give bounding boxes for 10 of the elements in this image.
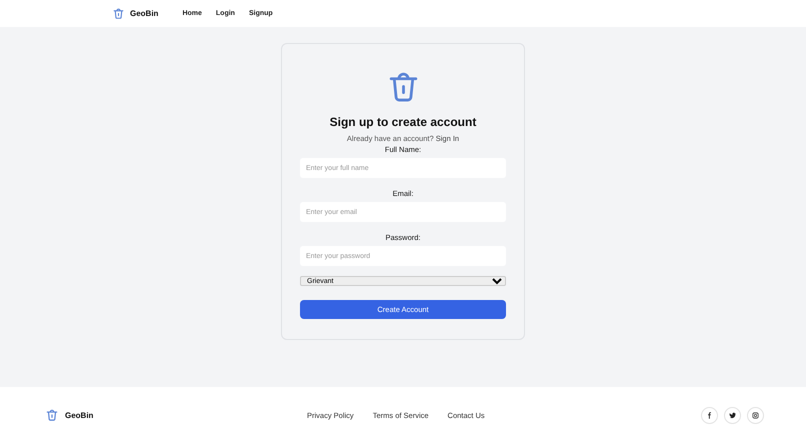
trash-bin-icon (112, 7, 125, 20)
camera-icon (752, 412, 759, 418)
brand-name: GeoBin (65, 410, 94, 420)
letter-f-icon (706, 412, 713, 418)
bird-icon (729, 412, 736, 418)
trash-bin-icon (45, 408, 59, 422)
social-link[interactable] (724, 406, 741, 424)
brand-name: GeoBin (130, 9, 158, 18)
form-title: Sign up to create account (330, 115, 476, 129)
social-link[interactable] (747, 406, 764, 424)
